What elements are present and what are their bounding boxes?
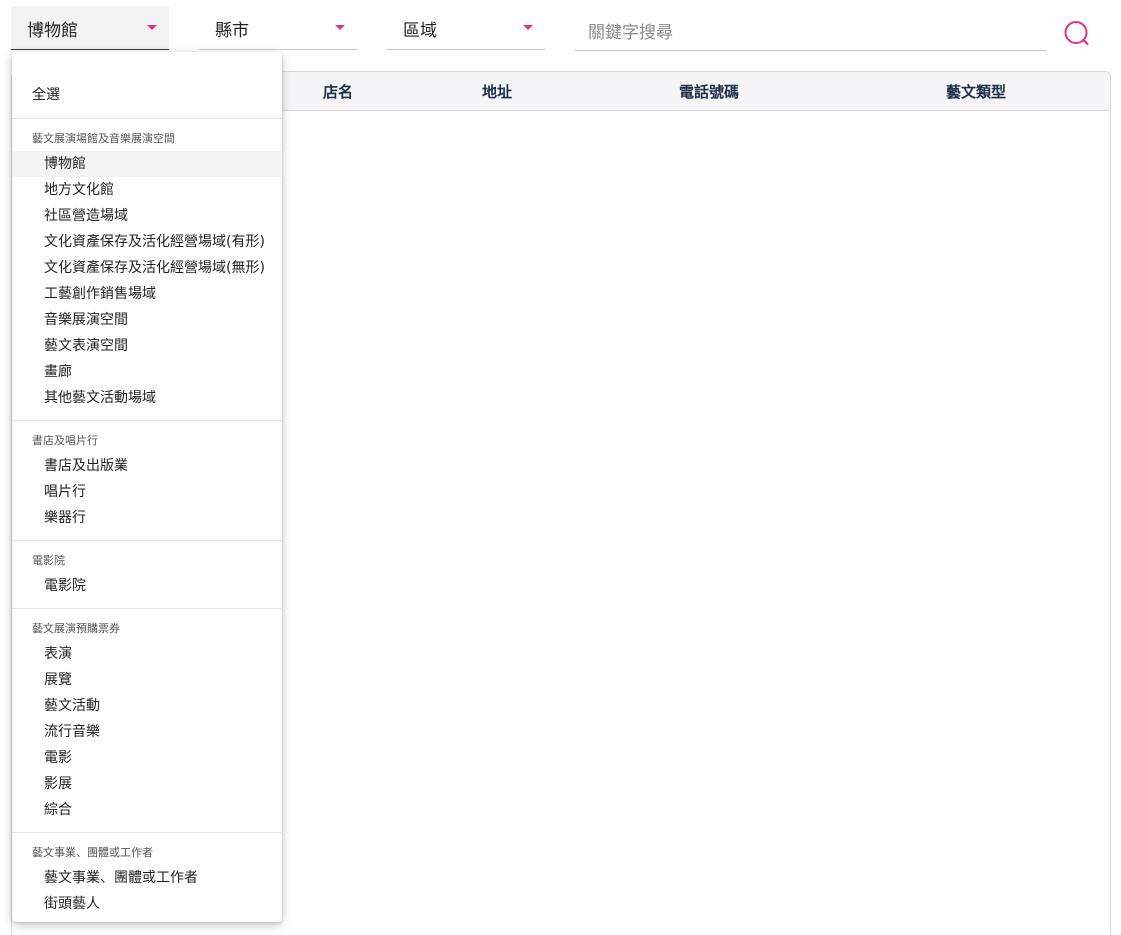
menu-option[interactable]: 文化資產保存及活化經營場域(有形) [12,229,282,255]
menu-option[interactable]: 樂器行 [12,505,282,531]
menu-option[interactable]: 書店及出版業 [12,453,282,479]
menu-option[interactable]: 藝文活動 [12,693,282,719]
caret-down-icon [523,25,533,30]
menu-option[interactable]: 畫廊 [12,359,282,385]
menu-option[interactable]: 藝文表演空間 [12,333,282,359]
menu-group-title: 書店及唱片行 [32,434,98,447]
category-select[interactable]: 博物館 [11,6,169,50]
area-select[interactable]: 區域 [387,6,545,50]
menu-option[interactable]: 唱片行 [12,479,282,505]
city-select[interactable]: 縣市 [199,6,357,50]
menu-option[interactable]: 表演 [12,641,282,667]
menu-option[interactable]: 地方文化館 [12,177,282,203]
category-dropdown-menu: 全選 藝文展演場館及音樂展演空間 博物館 地方文化館 社區營造場域 文化資產保存… [12,52,282,922]
menu-option[interactable]: 流行音樂 [12,719,282,745]
menu-divider [12,540,282,541]
menu-option[interactable]: 其他藝文活動場域 [12,385,282,411]
menu-option[interactable]: 影展 [12,771,282,797]
menu-option[interactable]: 藝文事業、團體或工作者 [12,865,282,891]
column-header-type: 藝文類型 [945,83,1007,101]
menu-option[interactable]: 音樂展演空間 [12,307,282,333]
caret-down-icon [335,25,345,30]
category-select-value: 博物館 [27,21,78,41]
menu-option[interactable]: 展覽 [12,667,282,693]
menu-option[interactable]: 文化資產保存及活化經營場域(無形) [12,255,282,281]
menu-option[interactable]: 電影 [12,745,282,771]
city-select-value: 縣市 [215,21,249,41]
menu-divider [12,832,282,833]
caret-down-icon [147,25,157,30]
menu-group-title: 藝文事業、團體或工作者 [32,846,153,859]
menu-option[interactable]: 工藝創作銷售場域 [12,281,282,307]
menu-group-title: 電影院 [32,554,65,567]
keyword-search-input[interactable] [575,6,1047,51]
select-all-option[interactable]: 全選 [12,82,282,108]
menu-option[interactable]: 綜合 [12,797,282,823]
menu-option[interactable]: 博物館 [12,151,282,177]
menu-divider [12,608,282,609]
area-select-value: 區域 [403,21,437,41]
column-header-name: 店名 [322,83,354,101]
menu-group-title: 藝文展演預購票券 [32,622,120,635]
column-header-address: 地址 [481,83,513,101]
column-header-phone: 電話號碼 [678,83,740,101]
menu-option[interactable]: 街頭藝人 [12,891,282,917]
menu-option[interactable]: 電影院 [12,573,282,599]
menu-divider [12,118,282,119]
search-icon [1064,21,1089,45]
menu-option[interactable]: 社區營造場域 [12,203,282,229]
menu-divider [12,420,282,421]
search-button[interactable] [1062,19,1092,49]
menu-group-title: 藝文展演場館及音樂展演空間 [32,132,175,145]
